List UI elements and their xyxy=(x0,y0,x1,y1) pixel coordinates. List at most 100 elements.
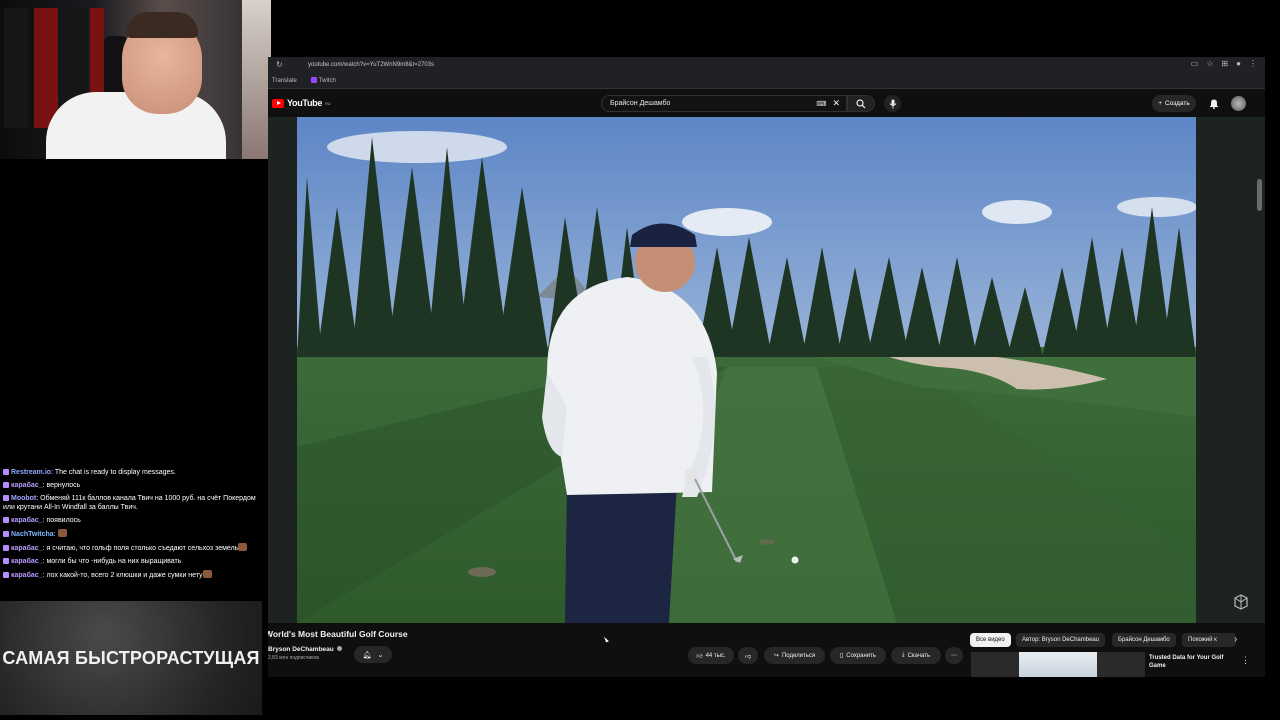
chat-emote xyxy=(57,529,67,537)
share-icon: ↪ xyxy=(773,653,779,659)
thumbnail-image xyxy=(1019,652,1097,677)
recommendation-title[interactable]: Trusted Data for Your Golf Game xyxy=(1149,654,1235,670)
profile-icon[interactable]: ● xyxy=(1236,59,1241,68)
microphone-icon xyxy=(889,99,896,108)
chevron-down-icon: ⌄ xyxy=(377,651,384,659)
page-scrollbar[interactable] xyxy=(1257,179,1262,211)
platform-icon xyxy=(3,495,9,501)
chat-message: Moobot: Обменяй 111к баллов канала Твич … xyxy=(3,495,256,511)
keyboard-icon[interactable]: ⌨ xyxy=(816,100,826,108)
filter-chip-similar[interactable]: Похожий к xyxy=(1182,633,1236,647)
search-button[interactable] xyxy=(847,95,875,112)
thumbs-down-icon: 👎︎ xyxy=(744,653,752,660)
acoustic-panel xyxy=(4,8,28,128)
platform-icon xyxy=(3,572,9,578)
banner-text: САМАЯ БЫСТРОРАСТУЩАЯ xyxy=(2,647,260,668)
clear-search-icon[interactable]: ✕ xyxy=(832,98,840,109)
chat-message: карабас_: могли бы что -нибудь на них вы… xyxy=(0,555,265,568)
chat-text: я считаю, что гольф поля столько съедают… xyxy=(46,545,239,552)
room-background xyxy=(242,0,271,159)
search-value: Брайсон Дешамбо xyxy=(610,100,671,107)
save-label: Сохранить xyxy=(846,652,877,659)
bell-icon: 🔔︎ xyxy=(362,651,372,659)
bookmark-twitch[interactable]: Twitch xyxy=(310,77,336,84)
youtube-logo-text: YouTube xyxy=(287,98,323,108)
chat-text: могли бы что -нибудь на них выращивать xyxy=(46,558,182,565)
browser-toolbar-icons: ▭ ☆ ⊞ ● ⋮ xyxy=(1191,59,1257,68)
more-actions-button[interactable]: ⋯ xyxy=(945,647,963,664)
chat-message: карабас_: появилось xyxy=(0,514,265,527)
stream-chat: Restream.io: The chat is ready to displa… xyxy=(0,466,265,582)
webcam-feed xyxy=(0,0,271,159)
dislike-button[interactable]: 👎︎ xyxy=(738,647,758,664)
star-icon[interactable]: ☆ xyxy=(1206,59,1213,68)
share-button[interactable]: ↪ Поделиться xyxy=(764,647,825,664)
thumbs-up-icon: 👍︎ xyxy=(696,653,703,660)
download-icon: ⤓ xyxy=(901,652,905,658)
channel-watermark-icon[interactable] xyxy=(1232,593,1250,611)
create-label: Создать xyxy=(1165,100,1190,107)
youtube-logo[interactable]: YouTube RU xyxy=(272,98,331,108)
notifications-button[interactable] xyxy=(1207,96,1221,110)
more-icon: ⋯ xyxy=(951,653,957,659)
chat-message: карабас_: я считаю, что гольф поля столь… xyxy=(0,541,265,555)
chat-text: вернулось xyxy=(46,482,81,489)
platform-icon xyxy=(3,517,9,523)
chat-username: Restream.io xyxy=(11,469,52,476)
platform-icon xyxy=(3,482,9,488)
filter-chip-query[interactable]: Брайсон Дешамбо xyxy=(1112,633,1176,647)
channel-info[interactable]: Bryson DeChambeau 2,83 млн подписчиков xyxy=(268,646,342,661)
chevron-right-icon[interactable]: › xyxy=(1234,634,1237,645)
extensions-icon[interactable]: ⊞ xyxy=(1221,59,1228,68)
chat-emote xyxy=(238,543,248,551)
acoustic-panel xyxy=(34,8,58,128)
search-icon xyxy=(856,98,866,108)
chat-username: карабас_ xyxy=(11,572,43,579)
stream-banner: САМАЯ БЫСТРОРАСТУЩАЯ xyxy=(0,601,262,715)
chat-text: The chat is ready to display messages. xyxy=(54,469,176,476)
platform-icon xyxy=(3,469,9,475)
recommendation-thumbnail[interactable] xyxy=(971,652,1145,677)
like-count: 44 тыс. xyxy=(705,652,726,659)
chat-username: карабас_ xyxy=(11,517,43,524)
filter-chip-author[interactable]: Автор: Bryson DeChambeau xyxy=(1016,633,1106,647)
menu-icon[interactable]: ⋮ xyxy=(1249,59,1257,68)
cast-icon[interactable]: ▭ xyxy=(1191,59,1199,68)
video-frame xyxy=(297,117,1196,623)
search-input[interactable]: Брайсон Дешамбо ⌨ ✕ xyxy=(601,95,847,112)
bookmark-icon: ▯ xyxy=(839,653,844,659)
url-text[interactable]: youtube.com/watch?v=YuT2WnN9m8&t=2703s xyxy=(308,62,434,68)
chat-username: Moobot xyxy=(11,495,37,502)
voice-search-button[interactable] xyxy=(884,95,901,112)
share-label: Поделиться xyxy=(781,652,816,659)
save-button[interactable]: ▯ Сохранить xyxy=(830,647,886,664)
youtube-play-icon xyxy=(272,98,284,108)
chat-message: Restream.io: The chat is ready to displa… xyxy=(0,466,265,479)
chat-text: появилось xyxy=(46,517,81,524)
address-bar[interactable]: ↻ youtube.com/watch?v=YuT2WnN9m8&t=2703s… xyxy=(268,57,1265,73)
reload-icon[interactable]: ↻ xyxy=(276,60,283,69)
subscription-bell-button[interactable]: 🔔︎ ⌄ xyxy=(354,646,392,663)
video-title: World's Most Beautiful Golf Course xyxy=(268,629,408,639)
chat-message: NachTwitcha: xyxy=(0,527,265,541)
download-button[interactable]: ⤓ Скачать xyxy=(891,647,941,664)
like-button[interactable]: 👍︎ 44 тыс. xyxy=(688,647,734,664)
chat-username: карабас_ xyxy=(11,482,43,489)
create-button[interactable]: + Создать xyxy=(1152,95,1196,112)
browser-window: ↻ youtube.com/watch?v=YuT2WnN9m8&t=2703s… xyxy=(268,57,1265,677)
channel-name[interactable]: Bryson DeChambeau xyxy=(268,646,334,653)
filter-chip-all[interactable]: Все видео xyxy=(970,633,1011,647)
chat-username: NachTwitcha xyxy=(11,531,54,538)
streamer-hair xyxy=(126,12,198,38)
platform-icon xyxy=(3,558,9,564)
account-avatar[interactable] xyxy=(1231,96,1246,111)
chat-text: Обменяй 111к баллов канала Твич на 1000 … xyxy=(3,495,256,511)
platform-icon xyxy=(3,531,9,537)
bell-icon xyxy=(1210,99,1218,109)
bookmark-translate[interactable]: Translate xyxy=(272,78,297,84)
bookmarks-bar: Translate Twitch xyxy=(268,73,1265,89)
chat-username: карабас_ xyxy=(11,545,43,552)
more-vert-icon[interactable]: ⋮ xyxy=(1241,655,1250,666)
chat-username: карабас_ xyxy=(11,558,43,565)
video-player[interactable] xyxy=(297,117,1196,623)
